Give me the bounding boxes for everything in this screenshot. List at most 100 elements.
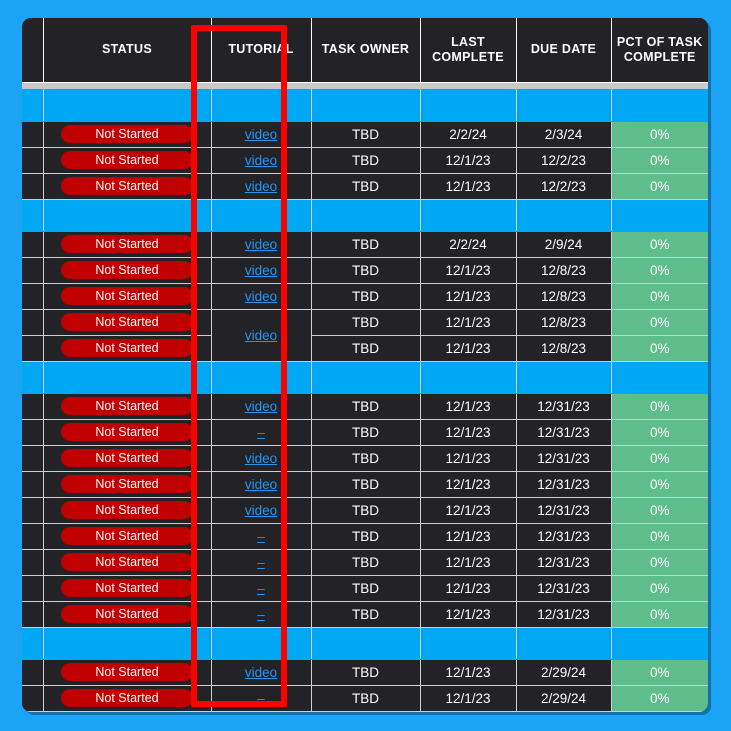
due-date-cell[interactable]: 12/31/23 [515, 444, 612, 472]
pct-complete-cell[interactable]: 0% [610, 600, 708, 628]
due-date-cell[interactable]: 12/2/23 [515, 146, 612, 174]
due-date-cell[interactable]: 2/29/24 [515, 658, 612, 686]
status-cell[interactable]: Not Started [42, 684, 212, 712]
status-cell[interactable]: Not Started [42, 392, 212, 420]
due-date-cell[interactable]: 12/31/23 [515, 496, 612, 524]
status-cell[interactable]: Not Started [42, 256, 212, 284]
last-complete-cell[interactable]: 12/1/23 [419, 334, 517, 362]
pct-complete-cell[interactable]: 0% [610, 392, 708, 420]
pct-complete-cell[interactable]: 0% [610, 548, 708, 576]
status-cell[interactable]: Not Started [42, 522, 212, 550]
last-complete-cell[interactable]: 12/1/23 [419, 658, 517, 686]
task-owner-cell[interactable]: TBD [310, 172, 421, 200]
tutorial-video-link[interactable]: video [245, 399, 277, 414]
due-date-cell[interactable]: 12/8/23 [515, 334, 612, 362]
pct-complete-cell[interactable]: 0% [610, 120, 708, 148]
status-cell[interactable]: Not Started [42, 470, 212, 498]
tutorial-video-link[interactable]: video [245, 127, 277, 142]
pct-complete-cell[interactable]: 0% [610, 470, 708, 498]
tutorial-cell[interactable]: video [210, 658, 312, 686]
status-cell[interactable]: Not Started [42, 574, 212, 602]
task-owner-cell[interactable]: TBD [310, 230, 421, 258]
task-owner-cell[interactable]: TBD [310, 146, 421, 174]
header-pct-complete[interactable]: PCT OF TASK COMPLETE [610, 18, 708, 83]
status-cell[interactable]: Not Started [42, 308, 212, 336]
task-owner-cell[interactable]: TBD [310, 308, 421, 336]
pct-complete-cell[interactable]: 0% [610, 172, 708, 200]
tutorial-cell[interactable]: video [210, 230, 312, 258]
tutorial-cell[interactable]: video [210, 172, 312, 200]
last-complete-cell[interactable]: 12/1/23 [419, 522, 517, 550]
status-cell[interactable]: Not Started [42, 418, 212, 446]
status-cell[interactable]: Not Started [42, 496, 212, 524]
tutorial-cell[interactable]: video [210, 470, 312, 498]
tutorial-cell[interactable]: video [210, 282, 312, 310]
pct-complete-cell[interactable]: 0% [610, 418, 708, 446]
task-owner-cell[interactable]: TBD [310, 334, 421, 362]
task-owner-cell[interactable]: TBD [310, 522, 421, 550]
status-cell[interactable]: Not Started [42, 600, 212, 628]
pct-complete-cell[interactable]: 0% [610, 684, 708, 712]
pct-complete-cell[interactable]: 0% [610, 230, 708, 258]
tutorial-video-link[interactable]: video [245, 451, 277, 466]
tutorial-cell[interactable]: video [210, 120, 312, 148]
due-date-cell[interactable]: 12/31/23 [515, 392, 612, 420]
tutorial-video-link[interactable]: video [245, 665, 277, 680]
tutorial-video-link[interactable]: video [245, 179, 277, 194]
due-date-cell[interactable]: 2/3/24 [515, 120, 612, 148]
tutorial-video-link[interactable]: video [245, 477, 277, 492]
last-complete-cell[interactable]: 12/1/23 [419, 574, 517, 602]
tutorial-video-link[interactable]: video [245, 263, 277, 278]
last-complete-cell[interactable]: 12/1/23 [419, 600, 517, 628]
task-owner-cell[interactable]: TBD [310, 120, 421, 148]
due-date-cell[interactable]: 12/31/23 [515, 522, 612, 550]
tutorial-cell[interactable]: – [210, 574, 312, 602]
last-complete-cell[interactable]: 2/2/24 [419, 230, 517, 258]
pct-complete-cell[interactable]: 0% [610, 334, 708, 362]
due-date-cell[interactable]: 12/8/23 [515, 256, 612, 284]
due-date-cell[interactable]: 2/9/24 [515, 230, 612, 258]
due-date-cell[interactable]: 12/2/23 [515, 172, 612, 200]
tutorial-cell[interactable]: video [210, 308, 312, 362]
tutorial-video-link[interactable]: video [245, 153, 277, 168]
due-date-cell[interactable]: 12/31/23 [515, 470, 612, 498]
tutorial-cell[interactable]: – [210, 522, 312, 550]
task-owner-cell[interactable]: TBD [310, 658, 421, 686]
due-date-cell[interactable]: 12/31/23 [515, 574, 612, 602]
task-owner-cell[interactable]: TBD [310, 282, 421, 310]
last-complete-cell[interactable]: 12/1/23 [419, 684, 517, 712]
due-date-cell[interactable]: 12/8/23 [515, 308, 612, 336]
tutorial-cell[interactable]: video [210, 392, 312, 420]
status-cell[interactable]: Not Started [42, 658, 212, 686]
last-complete-cell[interactable]: 2/2/24 [419, 120, 517, 148]
due-date-cell[interactable]: 12/8/23 [515, 282, 612, 310]
last-complete-cell[interactable]: 12/1/23 [419, 496, 517, 524]
pct-complete-cell[interactable]: 0% [610, 658, 708, 686]
header-last-complete[interactable]: LAST COMPLETE [419, 18, 517, 83]
task-owner-cell[interactable]: TBD [310, 574, 421, 602]
task-owner-cell[interactable]: TBD [310, 256, 421, 284]
status-cell[interactable]: Not Started [42, 230, 212, 258]
header-due-date[interactable]: DUE DATE [515, 18, 612, 83]
status-cell[interactable]: Not Started [42, 172, 212, 200]
status-cell[interactable]: Not Started [42, 146, 212, 174]
tutorial-cell[interactable]: – [210, 548, 312, 576]
last-complete-cell[interactable]: 12/1/23 [419, 418, 517, 446]
last-complete-cell[interactable]: 12/1/23 [419, 308, 517, 336]
due-date-cell[interactable]: 12/31/23 [515, 418, 612, 446]
task-owner-cell[interactable]: TBD [310, 600, 421, 628]
last-complete-cell[interactable]: 12/1/23 [419, 470, 517, 498]
due-date-cell[interactable]: 12/31/23 [515, 600, 612, 628]
pct-complete-cell[interactable]: 0% [610, 308, 708, 336]
task-owner-cell[interactable]: TBD [310, 684, 421, 712]
pct-complete-cell[interactable]: 0% [610, 574, 708, 602]
tutorial-cell[interactable]: video [210, 444, 312, 472]
tutorial-video-link[interactable]: video [245, 503, 277, 518]
pct-complete-cell[interactable]: 0% [610, 444, 708, 472]
tutorial-cell[interactable]: – [210, 418, 312, 446]
tutorial-video-link[interactable]: video [245, 237, 277, 252]
task-owner-cell[interactable]: TBD [310, 392, 421, 420]
tutorial-cell[interactable]: video [210, 256, 312, 284]
tutorial-cell[interactable]: video [210, 146, 312, 174]
last-complete-cell[interactable]: 12/1/23 [419, 548, 517, 576]
